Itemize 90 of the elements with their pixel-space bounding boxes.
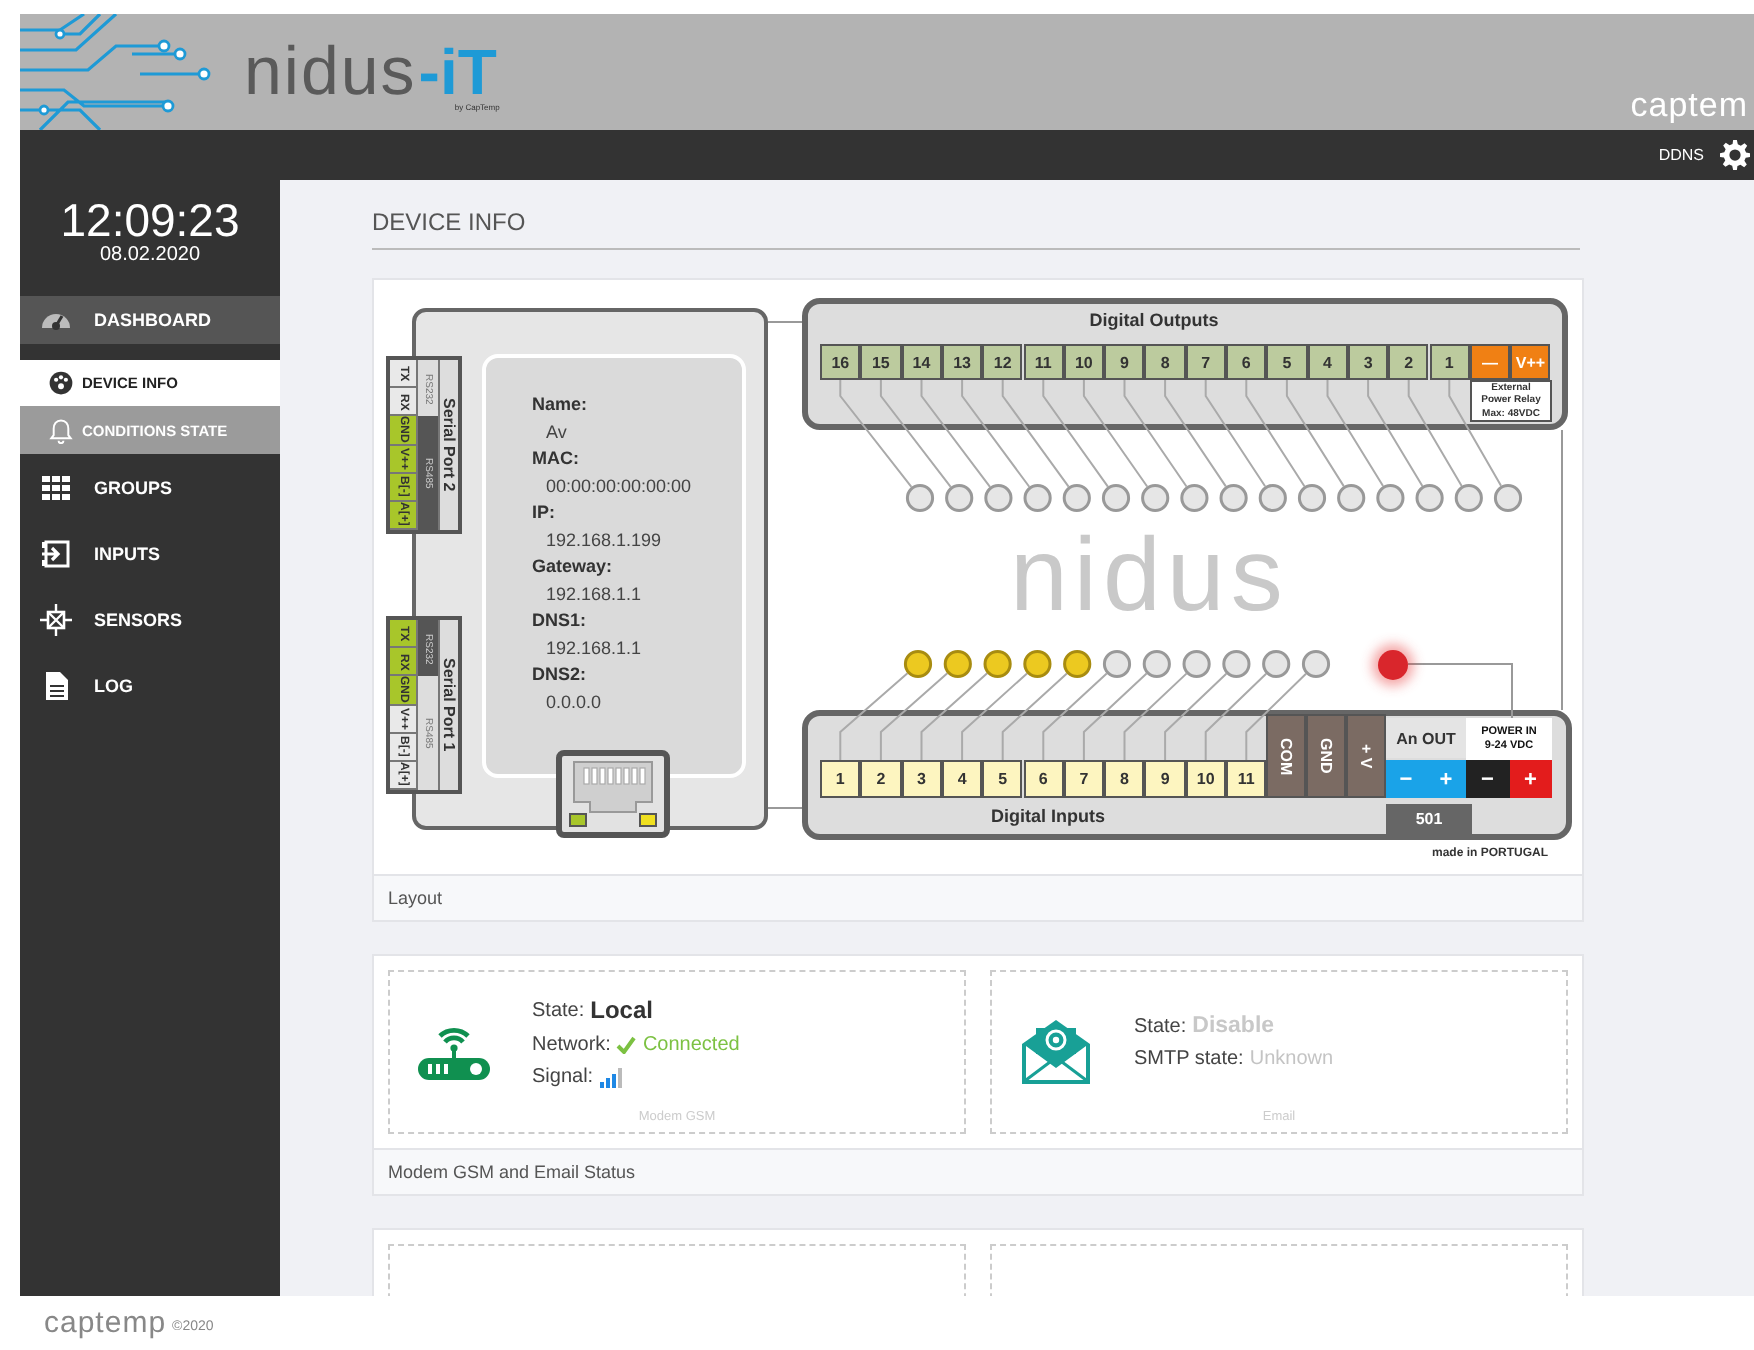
input-terminal: 11 — [1226, 760, 1267, 798]
output-terminal: 12 — [982, 344, 1023, 380]
info-label: DNS1: — [532, 608, 589, 634]
analog-minus-terminal: − — [1386, 760, 1426, 798]
submenu-icon — [48, 417, 74, 443]
output-terminal: 10 — [1063, 344, 1105, 380]
output-terminal: 16 — [820, 344, 861, 380]
info-label: IP: — [532, 500, 558, 526]
power-plus-terminal: + — [1509, 760, 1552, 798]
analog-out-label: An OUT — [1386, 718, 1466, 758]
brand-logo: captem — [1630, 88, 1748, 124]
output-terminal: 7 — [1185, 344, 1226, 380]
wire — [1407, 663, 1513, 719]
output-terminal: 11 — [1023, 344, 1064, 380]
input-terminal: 9 — [1144, 760, 1186, 798]
signal-icon — [599, 1067, 624, 1087]
page-title: DEVICE INFO — [372, 208, 1580, 250]
common-terminal: COM — [1266, 714, 1306, 798]
common-terminal: GND — [1306, 714, 1346, 798]
relay-minus-terminal: — — [1469, 344, 1511, 380]
inputs-title: Digital Inputs — [989, 806, 1107, 826]
input-terminal: 6 — [1023, 760, 1064, 798]
clock-time: 12:09:23 — [60, 195, 240, 243]
input-terminal: 8 — [1104, 760, 1145, 798]
settings-icon[interactable] — [1720, 140, 1750, 170]
input-terminal: 5 — [982, 760, 1023, 798]
status-value: Unknown — [1249, 1048, 1334, 1070]
status-label: State: — [1134, 1015, 1187, 1037]
ddns-link[interactable]: DDNS — [1658, 146, 1704, 164]
status-label: Signal: — [532, 1066, 594, 1088]
email-icon — [1018, 1018, 1094, 1086]
output-terminal: 4 — [1307, 344, 1348, 380]
info-value: 0.0.0.0 — [544, 689, 604, 715]
output-terminal: 14 — [901, 344, 942, 380]
info-value: 00:00:00:00:00:00 — [544, 473, 694, 499]
info-value: 192.168.1.1 — [544, 581, 644, 607]
analog-value: 501 — [1386, 804, 1472, 834]
serial-port-title: Serial Port 2 — [440, 396, 458, 496]
sidebar-icon — [40, 537, 72, 569]
info-value: 192.168.1.1 — [544, 635, 644, 661]
relay-plus-terminal: V++ — [1510, 344, 1551, 380]
output-terminal: 3 — [1347, 344, 1389, 380]
input-terminal: 2 — [860, 760, 902, 798]
input-terminal: 4 — [941, 760, 983, 798]
footer-logo: captemp — [44, 1306, 167, 1340]
sidebar-item[interactable]: LOG — [20, 652, 280, 718]
power-minus-terminal: − — [1466, 760, 1509, 798]
card-footer: Layout — [388, 888, 443, 908]
wire — [767, 321, 803, 323]
check-icon — [616, 1036, 637, 1054]
status-label: State: — [532, 999, 585, 1021]
status-value: Connected — [642, 1034, 740, 1056]
status-label: SMTP state: — [1134, 1048, 1244, 1070]
info-label: MAC: — [532, 446, 581, 472]
sidebar-icon — [40, 471, 72, 503]
output-terminal: 5 — [1266, 344, 1308, 380]
outputs-title: Digital Outputs — [1087, 310, 1221, 330]
card-footer: Modem GSM and Email Status — [388, 1162, 636, 1182]
analog-plus-terminal: + — [1426, 760, 1466, 798]
sidebar-item[interactable]: GROUPS — [20, 454, 280, 520]
wire — [767, 807, 803, 809]
sidebar-item[interactable]: DASHBOARD — [20, 296, 280, 344]
logo-text: nidus — [244, 42, 417, 102]
logo-suffix: -iT — [418, 42, 497, 102]
info-label: Name: — [532, 392, 590, 418]
sidebar-icon — [40, 603, 72, 635]
info-value: Av — [544, 419, 569, 445]
output-terminal: 1 — [1429, 344, 1470, 380]
output-terminal: 13 — [941, 344, 983, 380]
input-terminal: 3 — [901, 760, 942, 798]
sidebar-item[interactable]: INPUTS — [20, 520, 280, 586]
output-terminal: 8 — [1144, 344, 1186, 380]
output-terminal: 9 — [1104, 344, 1145, 380]
common-terminal: + V — [1346, 714, 1386, 798]
input-terminal: 7 — [1063, 760, 1105, 798]
info-label: DNS2: — [532, 662, 589, 688]
serial-port-title: Serial Port 1 — [440, 656, 458, 756]
submenu-icon — [48, 370, 74, 396]
clock-date: 08.02.2020 — [99, 243, 201, 265]
output-terminal: 6 — [1226, 344, 1267, 380]
sidebar-item[interactable]: SENSORS — [20, 586, 280, 652]
status-label: Network: — [532, 1034, 611, 1056]
status-value: Local — [590, 996, 653, 1024]
input-terminal: 1 — [820, 760, 861, 798]
info-label: Gateway: — [532, 554, 615, 580]
input-terminal: 10 — [1185, 760, 1226, 798]
output-terminal: 2 — [1388, 344, 1429, 380]
sidebar-icon — [40, 669, 72, 701]
output-terminal: 15 — [860, 344, 902, 380]
info-value: 192.168.1.199 — [544, 527, 664, 553]
